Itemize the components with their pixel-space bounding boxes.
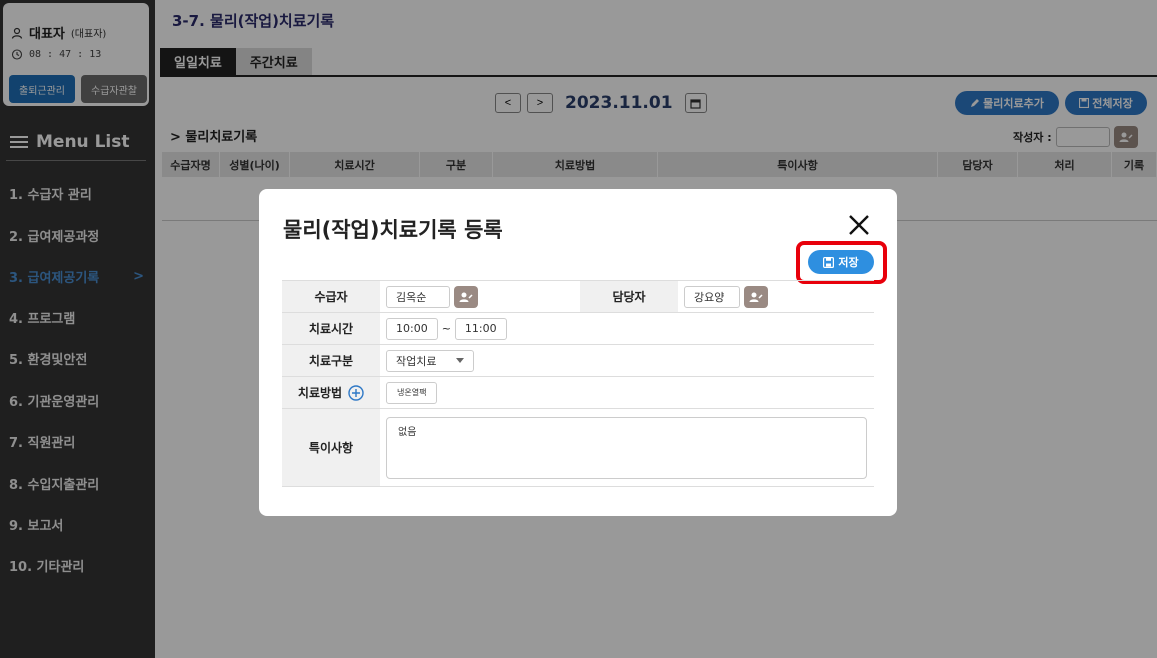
time-start-field[interactable]: 10:00 bbox=[386, 317, 438, 340]
staff-label: 담당자 bbox=[580, 281, 678, 312]
form-row-method: 치료방법 냉온열팩 bbox=[282, 377, 874, 409]
time-cell: 10:00 ~ 11:00 bbox=[380, 313, 507, 344]
method-chip[interactable]: 냉온열팩 bbox=[386, 381, 438, 404]
staff-field[interactable]: 강요양 bbox=[684, 285, 740, 308]
staff-cell: 강요양 bbox=[678, 281, 874, 312]
time-separator: ~ bbox=[441, 322, 451, 335]
person-search-icon bbox=[749, 292, 763, 302]
type-label: 치료구분 bbox=[282, 345, 380, 376]
form-row-recipient: 수급자 김옥순 담당자 강요양 bbox=[282, 281, 874, 313]
notes-textarea[interactable]: 없음 bbox=[386, 416, 867, 479]
method-cell: 냉온열팩 bbox=[380, 377, 438, 408]
method-label-cell: 치료방법 bbox=[282, 377, 380, 408]
record-form: 수급자 김옥순 담당자 강요양 치료시간 10:00 ~ 11:00 치료구분 … bbox=[282, 280, 874, 487]
form-row-time: 치료시간 10:00 ~ 11:00 bbox=[282, 313, 874, 345]
dropdown-arrow-icon bbox=[456, 358, 464, 363]
modal-title: 물리(작업)치료기록 등록 bbox=[283, 218, 503, 242]
notes-cell: 없음 bbox=[380, 409, 867, 486]
save-button[interactable]: 저장 bbox=[808, 250, 874, 274]
staff-select-button[interactable] bbox=[744, 285, 768, 308]
close-icon[interactable] bbox=[847, 213, 871, 237]
recipient-label: 수급자 bbox=[282, 281, 380, 312]
notes-label: 특이사항 bbox=[282, 409, 380, 486]
therapy-record-modal: 물리(작업)치료기록 등록 저장 수급자 김옥순 담당자 강요양 치료시간 10… bbox=[259, 189, 897, 516]
save-icon bbox=[823, 256, 835, 268]
time-end-field[interactable]: 11:00 bbox=[454, 317, 507, 340]
person-search-icon bbox=[459, 292, 473, 302]
recipient-cell: 김옥순 bbox=[380, 281, 580, 312]
form-row-type: 치료구분 작업치료 bbox=[282, 345, 874, 377]
method-label: 치료방법 bbox=[297, 386, 343, 400]
therapy-type-select[interactable]: 작업치료 bbox=[386, 349, 474, 372]
time-label: 치료시간 bbox=[282, 313, 380, 344]
save-button-label: 저장 bbox=[838, 257, 859, 269]
recipient-select-button[interactable] bbox=[454, 285, 478, 308]
add-circle-icon[interactable] bbox=[348, 384, 364, 401]
type-cell: 작업치료 bbox=[380, 345, 474, 376]
form-row-notes: 특이사항 없음 bbox=[282, 409, 874, 487]
therapy-type-value: 작업치료 bbox=[396, 354, 437, 368]
recipient-field[interactable]: 김옥순 bbox=[386, 285, 450, 308]
